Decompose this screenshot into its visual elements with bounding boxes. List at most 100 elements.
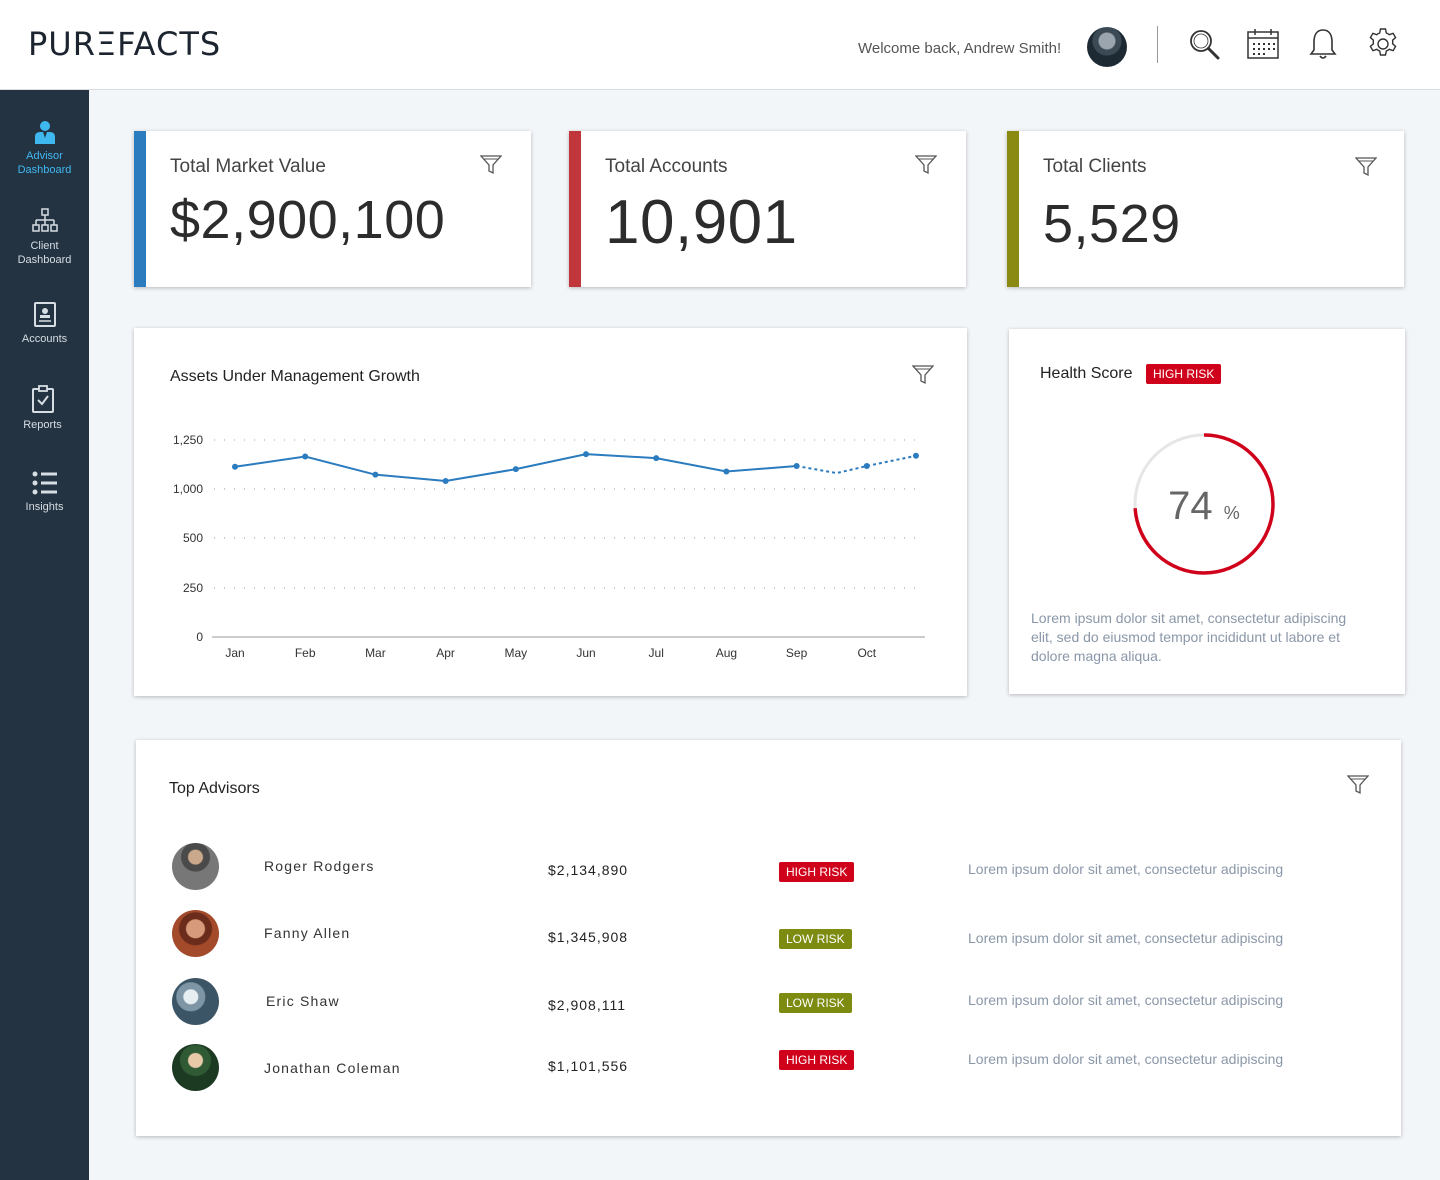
- risk-badge-cell: LOW RISK: [779, 993, 859, 1013]
- card-accent-stripe: [569, 131, 581, 287]
- card-title: Total Market Value: [170, 156, 326, 177]
- sidebar-item-label: Client: [30, 240, 59, 252]
- x-tick-label: Apr: [436, 646, 455, 660]
- advisor-value: $2,908,111: [548, 997, 626, 1013]
- filter-icon[interactable]: [1355, 156, 1377, 178]
- advisor-name[interactable]: Roger Rodgers: [264, 858, 375, 874]
- data-point: [372, 471, 379, 478]
- advisors-title: Top Advisors: [169, 780, 260, 797]
- sidebar-item-label: Reports: [23, 419, 62, 431]
- card-accent-stripe: [1007, 131, 1019, 287]
- y-tick-label: 1,000: [173, 482, 203, 496]
- x-tick-label: Aug: [716, 646, 737, 660]
- health-description: Lorem ipsum dolor sit amet, consectetur …: [1031, 610, 1347, 664]
- app-logo[interactable]: PURΞFACTS: [28, 25, 221, 63]
- filter-icon[interactable]: [915, 154, 937, 176]
- sidebar-item-label: Accounts: [21, 333, 68, 345]
- x-tick-label: Oct: [857, 646, 876, 660]
- bell-icon[interactable]: [1305, 26, 1341, 62]
- advisor-name[interactable]: Jonathan Coleman: [264, 1060, 401, 1076]
- health-score-value: 74 %: [1129, 484, 1279, 529]
- settings-icon[interactable]: [1365, 26, 1401, 62]
- sidebar-item-accounts[interactable]: Accounts: [0, 302, 89, 346]
- x-tick-label: Sep: [786, 646, 808, 660]
- x-tick-label: Feb: [295, 646, 316, 660]
- data-point: [512, 466, 519, 473]
- card-accent-stripe: [134, 131, 146, 287]
- advisor-name[interactable]: Eric Shaw: [266, 993, 340, 1009]
- calendar-icon[interactable]: [1245, 26, 1281, 62]
- list-icon: [32, 471, 57, 495]
- projection-point: [912, 452, 919, 459]
- data-point: [723, 468, 730, 475]
- advisor-value: $1,101,556: [548, 1058, 629, 1074]
- avatar: [172, 978, 219, 1025]
- sidebar-item-insights[interactable]: Insights: [0, 471, 89, 514]
- advisor-value: $1,345,908: [548, 929, 629, 945]
- data-point: [442, 477, 449, 484]
- clipboard-check-icon: [31, 385, 54, 413]
- health-risk-badge: HIGH RISK: [1146, 364, 1222, 384]
- advisor-description: Lorem ipsum dolor sit amet, consectetur …: [968, 992, 1284, 1008]
- data-point: [583, 451, 589, 458]
- x-tick-label: Jul: [649, 646, 664, 660]
- sidebar-item-reports[interactable]: Reports: [0, 385, 87, 432]
- avatar: [172, 910, 219, 957]
- risk-badge: HIGH RISK: [779, 1050, 855, 1070]
- risk-badge-cell: LOW RISK: [779, 929, 859, 949]
- advisor-row[interactable]: Eric Shaw $2,908,111 LOW RISK Lorem ipsu…: [136, 978, 1401, 1028]
- y-tick-label: 1,250: [173, 433, 203, 447]
- welcome-message: Welcome back, Andrew Smith!: [858, 40, 1062, 57]
- risk-badge-cell: HIGH RISK: [779, 862, 859, 882]
- risk-badge: LOW RISK: [779, 929, 852, 949]
- filter-icon[interactable]: [1347, 774, 1369, 796]
- advisor-row[interactable]: Roger Rodgers $2,134,890 HIGH RISK Lorem…: [136, 843, 1401, 893]
- card-title: Total Clients: [1043, 156, 1147, 177]
- data-point: [232, 463, 238, 470]
- y-tick-label: 250: [183, 581, 203, 595]
- header-divider: [1157, 26, 1158, 63]
- hierarchy-icon: [31, 208, 58, 232]
- advisor-row[interactable]: Jonathan Coleman $1,101,556 HIGH RISK Lo…: [136, 1044, 1401, 1094]
- total-accounts-card: Total Accounts 10,901: [569, 131, 966, 287]
- card-value: 10,901: [605, 188, 798, 257]
- sidebar-item-client-dashboard[interactable]: Client Dashboard: [0, 208, 89, 267]
- aum-line-chart: 0 250 500 1,000 1,250 Jan Feb Mar Apr May Jun Jul Au…: [173, 433, 925, 660]
- advisor-description: Lorem ipsum dolor sit amet, consectetur …: [968, 861, 1284, 877]
- user-avatar[interactable]: [1087, 27, 1127, 67]
- card-value: $2,900,100: [170, 190, 446, 250]
- x-tick-label: Mar: [365, 646, 386, 660]
- search-icon[interactable]: [1186, 26, 1222, 62]
- y-tick-label: 500: [183, 531, 203, 545]
- data-point: [302, 453, 309, 460]
- advisor-description: Lorem ipsum dolor sit amet, consectetur …: [968, 930, 1284, 946]
- avatar: [172, 843, 219, 890]
- x-tick-label: May: [504, 646, 527, 660]
- card-value: 5,529: [1043, 194, 1181, 254]
- sidebar: Advisor Dashboard Client Dashboard Accou…: [0, 90, 89, 1180]
- top-advisors-card: Top Advisors Roger Rodgers $2,134,890 HI…: [136, 740, 1401, 1136]
- advisor-name[interactable]: Fanny Allen: [264, 925, 350, 941]
- avatar: [172, 1044, 219, 1091]
- advisor-row[interactable]: Fanny Allen $1,345,908 LOW RISK Lorem ip…: [136, 910, 1401, 960]
- projection-line: [796, 454, 917, 475]
- sidebar-item-label: Insights: [25, 501, 64, 513]
- y-tick-label: 0: [196, 630, 203, 644]
- total-clients-card: Total Clients 5,529: [1007, 131, 1404, 287]
- advisor-description: Lorem ipsum dolor sit amet, consectetur …: [968, 1051, 1284, 1067]
- accounts-icon: [33, 302, 56, 327]
- health-title: Health Score: [1040, 365, 1133, 382]
- advisor-icon: [34, 121, 55, 144]
- x-tick-label: Jan: [225, 646, 244, 660]
- top-header: PURΞFACTS Welcome back, Andrew Smith!: [0, 0, 1440, 90]
- aum-growth-card: Assets Under Management Growth 0 250 500 1,…: [134, 328, 967, 696]
- filter-icon[interactable]: [480, 154, 502, 176]
- total-market-value-card: Total Market Value $2,900,100: [134, 131, 531, 287]
- sidebar-item-advisor-dashboard[interactable]: Advisor Dashboard: [0, 120, 89, 177]
- risk-badge-cell: HIGH RISK: [779, 1050, 859, 1070]
- x-tick-label: Jun: [576, 646, 595, 660]
- health-score-card: Health Score HIGH RISK 74 % Lorem ipsum …: [1009, 329, 1405, 694]
- sidebar-item-label: Dashboard: [17, 164, 72, 176]
- advisor-value: $2,134,890: [548, 862, 629, 878]
- card-title: Total Accounts: [605, 156, 728, 177]
